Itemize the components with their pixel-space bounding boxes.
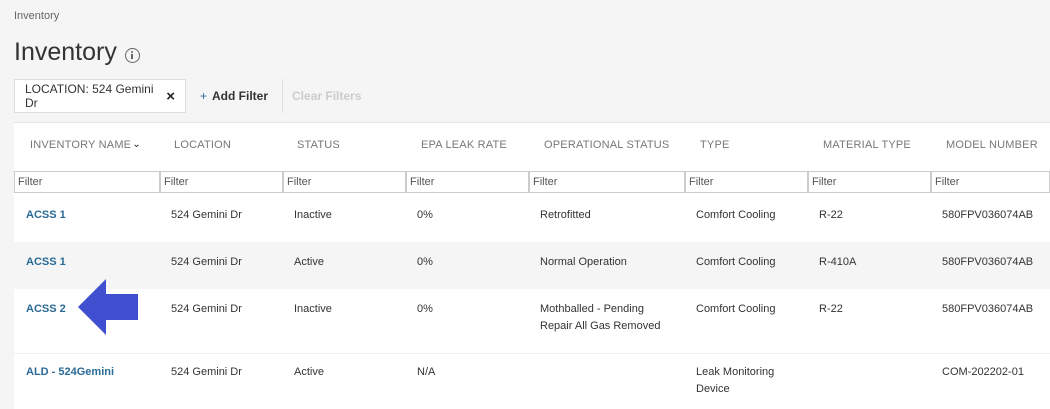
add-filter-label: Add Filter [212,89,269,103]
epa-leak-rate-cell: 0% [417,303,433,315]
chevron-down-icon[interactable]: ⌄ [132,139,141,150]
table-row[interactable]: ACSS 1 524 Gemini Dr Active 0% Normal Op… [14,242,1050,289]
inventory-grid: INVENTORY NAME⌄ LOCATION STATUS EPA LEAK… [14,122,1050,409]
inventory-name-link[interactable]: ACSS 2 [26,301,66,318]
epa-leak-rate-cell: N/A [417,366,436,378]
column-header-label: INVENTORY NAME [30,139,132,151]
table-row[interactable]: ACSS 2 524 Gemini Dr Inactive 0% Mothbal… [14,289,1050,353]
filter-input-operational-status[interactable] [529,171,685,193]
status-cell: Active [294,366,324,378]
divider [282,79,284,113]
material-type-cell: R-22 [819,209,843,221]
material-type-cell: R-410A [819,256,857,268]
filter-input-status[interactable] [283,171,406,193]
operational-status-cell: Normal Operation [540,256,627,268]
add-filter-button[interactable]: + Add Filter [200,89,268,103]
inventory-name-link[interactable]: ALD - 524Gemini [26,364,114,381]
status-cell: Inactive [294,209,332,221]
filter-input-type[interactable] [685,171,808,193]
table-row[interactable]: ACSS 1 524 Gemini Dr Inactive 0% Retrofi… [14,195,1050,242]
type-cell: Comfort Cooling [696,209,776,221]
filter-bar: LOCATION: 524 Gemini Dr × + Add Filter C… [14,78,361,114]
status-cell: Inactive [294,303,332,315]
left-arrow-icon [78,279,138,335]
column-header-status[interactable]: STATUS [297,139,340,151]
operational-status-cell: Mothballed - Pending Repair All Gas Remo… [540,303,661,332]
location-cell: 524 Gemini Dr [171,209,242,221]
filter-input-epa-leak-rate[interactable] [406,171,529,193]
filter-chip-label: LOCATION: 524 Gemini Dr [25,82,154,110]
operational-status-cell: Retrofitted [540,209,591,221]
location-cell: 524 Gemini Dr [171,303,242,315]
column-header-inventory-name[interactable]: INVENTORY NAME⌄ [30,139,141,151]
inventory-name-link[interactable]: ACSS 1 [26,207,66,224]
header-row: INVENTORY NAME⌄ LOCATION STATUS EPA LEAK… [14,123,1050,169]
breadcrumb[interactable]: Inventory [14,10,59,22]
location-cell: 524 Gemini Dr [171,256,242,268]
filter-input-location[interactable] [160,171,283,193]
filter-input-material-type[interactable] [808,171,931,193]
inventory-name-link[interactable]: ACSS 1 [26,254,66,271]
model-number-cell: 580FPV036074AB [942,303,1034,315]
column-header-type[interactable]: TYPE [700,139,730,151]
column-header-operational-status[interactable]: OPERATIONAL STATUS [544,139,669,151]
plus-icon: + [200,89,208,103]
type-cell: Comfort Cooling [696,303,776,315]
model-number-cell: 580FPV036074AB [942,209,1034,221]
type-cell: Comfort Cooling [696,256,776,268]
filter-row [14,169,1050,195]
column-header-epa-leak-rate[interactable]: EPA LEAK RATE [421,139,507,151]
close-icon[interactable]: × [166,88,175,105]
material-type-cell: R-22 [819,303,843,315]
epa-leak-rate-cell: 0% [417,209,433,221]
column-header-location[interactable]: LOCATION [174,139,231,151]
location-cell: 524 Gemini Dr [171,366,242,378]
location-filter-chip[interactable]: LOCATION: 524 Gemini Dr × [14,79,186,113]
model-number-cell: COM-202202-01 [942,366,1024,378]
table-row[interactable]: ALD - 524Gemini 524 Gemini Dr Active N/A… [14,353,1050,409]
status-cell: Active [294,256,324,268]
page-title: Inventory [14,38,117,66]
filter-input-model-number[interactable] [931,171,1050,193]
title-row: Inventory [14,38,140,67]
column-header-material-type[interactable]: MATERIAL TYPE [823,139,911,151]
type-cell: Leak Monitoring Device [696,366,775,395]
filter-input-inventory-name[interactable] [14,171,160,193]
info-icon[interactable] [124,47,140,63]
clear-filters-button[interactable]: Clear Filters [292,89,361,103]
column-header-model-number[interactable]: MODEL NUMBER [946,139,1038,151]
model-number-cell: 580FPV036074AB [942,256,1034,268]
epa-leak-rate-cell: 0% [417,256,433,268]
